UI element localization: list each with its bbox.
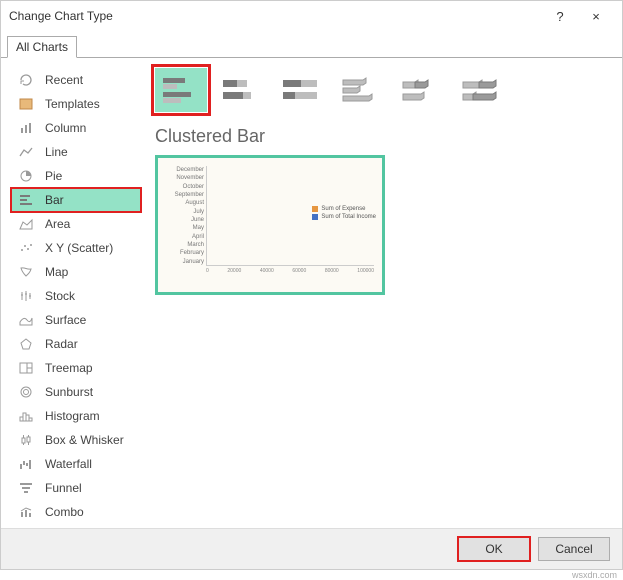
sidebar-item-label: Bar: [45, 193, 64, 207]
sidebar-item-label: Waterfall: [45, 457, 92, 471]
sidebar-item-bar[interactable]: Bar: [11, 188, 141, 212]
sidebar-item-surface[interactable]: Surface: [11, 308, 141, 332]
titlebar: Change Chart Type ? ×: [1, 1, 622, 31]
subtype-clustered-bar[interactable]: [155, 68, 207, 112]
chart-preview[interactable]: DecemberNovemberOctoberSeptemberAugustJu…: [155, 155, 385, 295]
watermark: wsxdn.com: [0, 570, 623, 580]
chart-category-list: Recent Templates Column Line Pie Bar Are…: [11, 68, 141, 510]
sidebar-item-label: Sunburst: [45, 385, 93, 399]
chart-legend: Sum of ExpenseSum of Total Income: [312, 206, 376, 222]
sidebar-item-label: Templates: [45, 97, 100, 111]
pie-icon: [17, 169, 35, 183]
sidebar-item-treemap[interactable]: Treemap: [11, 356, 141, 380]
sidebar-item-histogram[interactable]: Histogram: [11, 404, 141, 428]
map-icon: [17, 265, 35, 279]
subtype-stacked-bar[interactable]: [215, 68, 267, 112]
sidebar-item-box-whisker[interactable]: Box & Whisker: [11, 428, 141, 452]
sidebar-item-label: Stock: [45, 289, 75, 303]
stock-icon: [17, 289, 35, 303]
sidebar-item-label: Box & Whisker: [45, 433, 124, 447]
subtype-3d-clustered-bar[interactable]: [335, 68, 387, 112]
sidebar-item-area[interactable]: Area: [11, 212, 141, 236]
sidebar-item-sunburst[interactable]: Sunburst: [11, 380, 141, 404]
sidebar-item-label: Funnel: [45, 481, 82, 495]
sidebar-item-label: Radar: [45, 337, 78, 351]
sidebar-item-label: Recent: [45, 73, 83, 87]
chart-x-axis: 020000400006000080000100000: [206, 268, 374, 274]
subtype-title: Clustered Bar: [155, 126, 612, 147]
surface-icon: [17, 313, 35, 327]
bar-subtypes: [155, 68, 612, 112]
change-chart-type-dialog: Change Chart Type ? × All Charts Recent …: [0, 0, 623, 570]
sidebar-item-stock[interactable]: Stock: [11, 284, 141, 308]
tab-strip: All Charts: [1, 31, 622, 58]
main-panel: Clustered Bar DecemberNovemberOctoberSep…: [141, 68, 612, 510]
combo-icon: [17, 505, 35, 519]
sidebar-item-label: Pie: [45, 169, 62, 183]
sidebar-item-label: Treemap: [45, 361, 93, 375]
bar-icon: [17, 193, 35, 207]
waterfall-icon: [17, 457, 35, 471]
ok-button[interactable]: OK: [458, 537, 530, 561]
sidebar-item-waterfall[interactable]: Waterfall: [11, 452, 141, 476]
subtype-3d-stacked-bar[interactable]: [395, 68, 447, 112]
treemap-icon: [17, 361, 35, 375]
sidebar-item-label: Area: [45, 217, 70, 231]
sidebar-item-label: Map: [45, 265, 68, 279]
close-button[interactable]: ×: [578, 9, 614, 24]
subtype-100-stacked-bar[interactable]: [275, 68, 327, 112]
dialog-title: Change Chart Type: [9, 9, 542, 23]
cancel-button[interactable]: Cancel: [538, 537, 610, 561]
sunburst-icon: [17, 385, 35, 399]
templates-icon: [17, 97, 35, 111]
column-icon: [17, 121, 35, 135]
sidebar-item-recent[interactable]: Recent: [11, 68, 141, 92]
sidebar-item-label: Histogram: [45, 409, 100, 423]
sidebar-item-map[interactable]: Map: [11, 260, 141, 284]
area-icon: [17, 217, 35, 231]
sidebar-item-label: Surface: [45, 313, 86, 327]
scatter-icon: [17, 241, 35, 255]
histogram-icon: [17, 409, 35, 423]
sidebar-item-label: Line: [45, 145, 68, 159]
funnel-icon: [17, 481, 35, 495]
sidebar-item-pie[interactable]: Pie: [11, 164, 141, 188]
sidebar-item-line[interactable]: Line: [11, 140, 141, 164]
chart-y-labels: DecemberNovemberOctoberSeptemberAugustJu…: [166, 166, 206, 266]
tab-all-charts[interactable]: All Charts: [7, 36, 77, 58]
sidebar-item-label: Column: [45, 121, 86, 135]
recent-icon: [17, 73, 35, 87]
button-bar: OK Cancel: [1, 528, 622, 569]
sidebar-item-funnel[interactable]: Funnel: [11, 476, 141, 500]
sidebar-item-scatter[interactable]: X Y (Scatter): [11, 236, 141, 260]
sidebar-item-combo[interactable]: Combo: [11, 500, 141, 524]
sidebar-item-label: X Y (Scatter): [45, 241, 113, 255]
sidebar-item-label: Combo: [45, 505, 84, 519]
help-button[interactable]: ?: [542, 9, 578, 24]
line-icon: [17, 145, 35, 159]
sidebar-item-column[interactable]: Column: [11, 116, 141, 140]
sidebar-item-templates[interactable]: Templates: [11, 92, 141, 116]
subtype-3d-100-stacked-bar[interactable]: [455, 68, 507, 112]
box-whisker-icon: [17, 433, 35, 447]
sidebar-item-radar[interactable]: Radar: [11, 332, 141, 356]
radar-icon: [17, 337, 35, 351]
